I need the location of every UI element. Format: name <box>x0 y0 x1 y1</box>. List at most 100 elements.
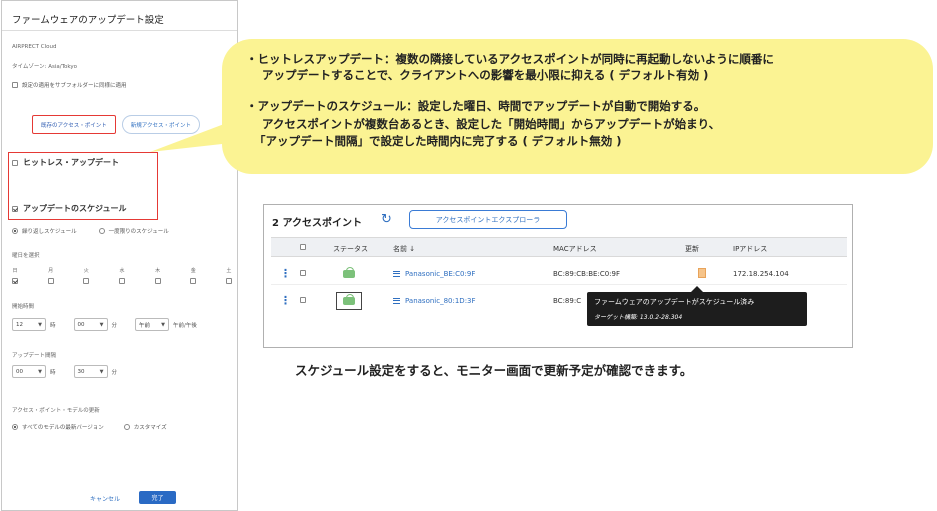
update-tooltip: ファームウェアのアップデートがスケジュール済み ターゲット構築: 13.0.2-… <box>587 286 807 326</box>
start-time-heading: 開始時間 <box>12 304 35 310</box>
recurrence-options: 繰り返しスケジュール 一度限りのスケジュール <box>12 227 169 235</box>
done-button[interactable]: 完了 <box>139 491 176 504</box>
days-heading: 曜日を選択 <box>12 253 40 259</box>
latest-version-label: すべてのモデルの最新バージョン <box>22 425 104 431</box>
caption: スケジュール設定をすると、モニター画面で更新予定が確認できます。 <box>295 363 693 378</box>
day-mon-checkbox[interactable] <box>47 278 54 284</box>
ampm-select[interactable]: 午前 ▼ <box>135 318 170 331</box>
table-row[interactable]: ⋮ Panasonic_BE:C0:9F BC:89:CB:BE:C0:9F 1… <box>271 263 847 285</box>
ap-status-icon <box>336 265 362 283</box>
col-update[interactable]: 更新 <box>685 244 699 254</box>
col-status[interactable]: ステータス <box>333 244 368 254</box>
chevron-down-icon: ▼ <box>99 321 104 328</box>
interval-minute-unit: 分 <box>111 369 118 376</box>
col-name[interactable]: 名前 ↓ <box>393 244 415 254</box>
ap-list-icon <box>393 271 400 277</box>
one-time-radio[interactable] <box>98 228 105 234</box>
day-sun[interactable]: 日 <box>12 267 18 284</box>
day-selector: 日 月 火 水 木 金 土 <box>12 267 232 284</box>
ap-name-link[interactable]: Panasonic_80:1D:3F <box>393 297 476 305</box>
ap-name-link[interactable]: Panasonic_BE:C0:9F <box>393 270 475 278</box>
apply-subfolder-label: 設定の適用をサブフォルダーに同様に適用 <box>22 83 127 89</box>
recurring-radio[interactable] <box>12 228 18 234</box>
row-menu-icon[interactable]: ⋮ <box>280 294 291 307</box>
bullet-hitless-line1: ・ヒットレスアップデート：複数の隣接しているアクセスポイントが同時に再起動しない… <box>246 52 774 66</box>
interval-heading: アップデート間隔 <box>12 353 57 359</box>
chevron-down-icon: ▼ <box>38 321 42 328</box>
schedule-label: アップデートのスケジュール <box>23 204 127 213</box>
customize-radio[interactable] <box>123 424 130 430</box>
one-time-label: 一度限りのスケジュール <box>108 229 169 235</box>
interval-row: 00 ▼ 時 30 ▼ 分 <box>12 365 117 378</box>
bullet-hitless-line2: アップデートすることで、クライアントへの影響を最小限に抑える ( デフォルト有効… <box>262 68 709 82</box>
day-mon[interactable]: 月 <box>47 267 54 284</box>
refresh-icon[interactable]: ↻ <box>381 212 392 227</box>
site-name: AIRPRECT Cloud <box>12 44 57 50</box>
apply-subfolder-row[interactable]: 設定の適用をサブフォルダーに同様に適用 <box>12 81 127 89</box>
start-minute-select[interactable]: 00 ▼ <box>73 318 108 331</box>
monitor-screen: 2 アクセスポイント ↻ アクセスポイントエクスプローラ ステータス 名前 ↓ … <box>263 204 853 348</box>
ap-mac: BC:89:C <box>553 297 582 305</box>
schedule-checkbox[interactable] <box>12 205 18 212</box>
bullet-schedule-line1: ・アップデートのスケジュール：設定した曜日、時間でアップデートが自動で開始する。 <box>246 99 706 113</box>
hour-unit: 時 <box>50 322 56 329</box>
tooltip-line2: ターゲット構築: 13.0.2-28.304 <box>594 314 683 321</box>
ap-status-icon <box>336 292 362 310</box>
day-fri[interactable]: 金 <box>190 267 197 284</box>
schedule-row[interactable]: アップデートのスケジュール <box>12 203 126 214</box>
day-wed-checkbox[interactable] <box>118 278 125 284</box>
ap-explorer-button[interactable]: アクセスポイントエクスプローラ <box>409 210 567 229</box>
ap-list-icon <box>393 298 400 304</box>
day-sat-checkbox[interactable] <box>225 278 232 284</box>
day-sat[interactable]: 土 <box>225 267 232 284</box>
row-checkbox[interactable] <box>300 270 306 276</box>
tab-new-ap[interactable]: 新規アクセス・ポイント <box>121 115 200 134</box>
start-time-row: 12 ▼ 時 00 ▼ 分 午前 ▼ 午前/午後 <box>12 318 197 331</box>
tooltip-line1: ファームウェアのアップデートがスケジュール済み <box>594 298 755 306</box>
panel-title: ファームウェアのアップデート設定 <box>12 15 164 26</box>
chevron-down-icon: ▼ <box>99 368 104 375</box>
ampm-suffix: 午前/午後 <box>173 322 197 329</box>
customize-label: カスタマイズ <box>133 425 167 431</box>
chevron-down-icon: ▼ <box>161 321 166 328</box>
latest-version-radio[interactable] <box>12 424 18 430</box>
recurring-label: 繰り返しスケジュール <box>22 229 77 235</box>
hitless-update-label: ヒットレス・アップデート <box>23 158 119 167</box>
day-thu[interactable]: 木 <box>154 267 161 284</box>
model-heading: アクセス・ポイント・モデルの更新 <box>12 408 100 414</box>
firmware-update-settings-panel: ファームウェアのアップデート設定 AIRPRECT Cloud タイムゾーン: … <box>1 0 238 511</box>
interval-hour-select[interactable]: 00 ▼ <box>12 365 46 378</box>
col-ip[interactable]: IPアドレス <box>733 244 767 254</box>
day-thu-checkbox[interactable] <box>154 278 161 284</box>
day-tue-checkbox[interactable] <box>83 278 90 284</box>
bullet-schedule-line2: アクセスポイントが複数台あるとき、設定した「開始時間」からアップデートが始まり、 <box>262 117 721 131</box>
tab-existing-ap[interactable]: 既存のアクセス・ポイント <box>32 115 116 134</box>
tooltip-arrow <box>691 286 703 292</box>
select-all-checkbox[interactable] <box>300 244 306 250</box>
interval-minute-select[interactable]: 30 ▼ <box>73 365 108 378</box>
apply-subfolder-checkbox[interactable] <box>12 82 18 88</box>
timezone-label: タイムゾーン: Asia/Tokyo <box>12 64 77 70</box>
ap-tabs: 既存のアクセス・ポイント 新規アクセス・ポイント <box>32 115 200 134</box>
model-options: すべてのモデルの最新バージョン カスタマイズ <box>12 423 167 431</box>
ap-mac: BC:89:CB:BE:C0:9F <box>553 270 621 278</box>
ap-ip: 172.18.254.104 <box>733 270 789 278</box>
col-mac[interactable]: MACアドレス <box>553 244 597 254</box>
ap-count-title: 2 アクセスポイント <box>272 218 362 229</box>
cancel-button[interactable]: キャンセル <box>90 494 120 503</box>
day-fri-checkbox[interactable] <box>190 278 197 284</box>
hitless-update-checkbox[interactable] <box>12 159 18 166</box>
hitless-update-row[interactable]: ヒットレス・アップデート <box>12 157 119 168</box>
minute-unit: 分 <box>111 322 118 329</box>
bullet-schedule-line3: 「アップデート間隔」で設定した時間内に完了する ( デフォルト無効 ) <box>254 134 622 148</box>
interval-hour-unit: 時 <box>50 369 56 376</box>
row-menu-icon[interactable]: ⋮ <box>280 267 291 280</box>
day-wed[interactable]: 水 <box>118 267 125 284</box>
row-checkbox[interactable] <box>300 297 306 303</box>
scheduled-update-icon[interactable] <box>698 268 706 278</box>
day-tue[interactable]: 火 <box>83 267 90 284</box>
start-hour-select[interactable]: 12 ▼ <box>12 318 46 331</box>
panel-divider <box>2 30 237 31</box>
chevron-down-icon: ▼ <box>38 368 42 375</box>
day-sun-checkbox[interactable] <box>12 278 18 284</box>
